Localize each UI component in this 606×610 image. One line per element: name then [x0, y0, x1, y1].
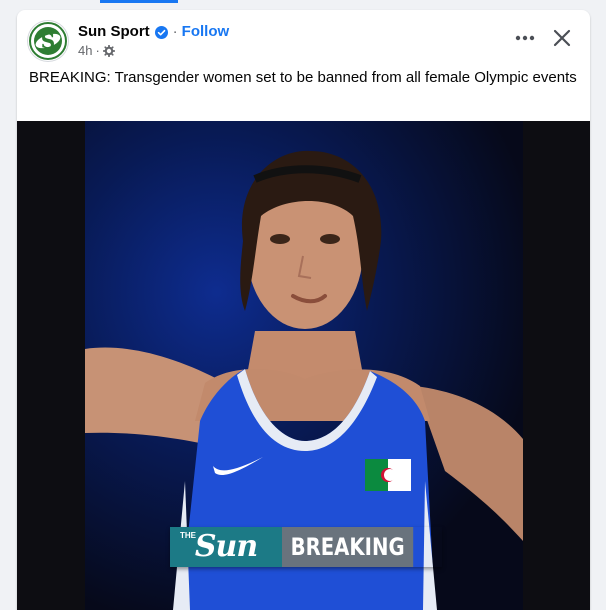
svg-text:S: S [41, 29, 55, 53]
post-timestamp[interactable]: 4h [78, 43, 92, 59]
close-icon [553, 29, 571, 47]
close-button[interactable] [550, 26, 574, 50]
breaking-banner: THE Sun BREAKING [170, 527, 442, 567]
separator-dot: · [172, 23, 178, 40]
more-options-icon [515, 35, 535, 41]
post-media[interactable]: THE Sun BREAKING [17, 121, 590, 610]
meta-separator-dot: · [95, 43, 100, 58]
banner-brand-text: Sun [194, 529, 258, 564]
verified-badge-icon [154, 25, 168, 39]
gear-icon[interactable] [102, 45, 115, 57]
the-sun-logo: THE Sun [170, 527, 282, 567]
follow-button[interactable]: Follow [182, 22, 230, 42]
more-options-button[interactable] [510, 26, 540, 50]
post-header: S Sun Sport · Follow 4h · [17, 10, 590, 64]
avatar[interactable]: S [28, 21, 68, 61]
post-meta: 4h · [78, 43, 115, 59]
post-card: S Sun Sport · Follow 4h · BREAKING: Tran… [17, 10, 590, 610]
sun-sport-logo: S [29, 22, 67, 60]
post-text: BREAKING: Transgender women set to be ba… [29, 69, 577, 86]
active-tab-indicator [100, 0, 178, 3]
page-name[interactable]: Sun Sport [78, 22, 150, 42]
post-author-row: Sun Sport · Follow [78, 22, 229, 42]
banner-the-text: THE [180, 531, 196, 540]
banner-breaking-label: BREAKING [282, 527, 414, 567]
